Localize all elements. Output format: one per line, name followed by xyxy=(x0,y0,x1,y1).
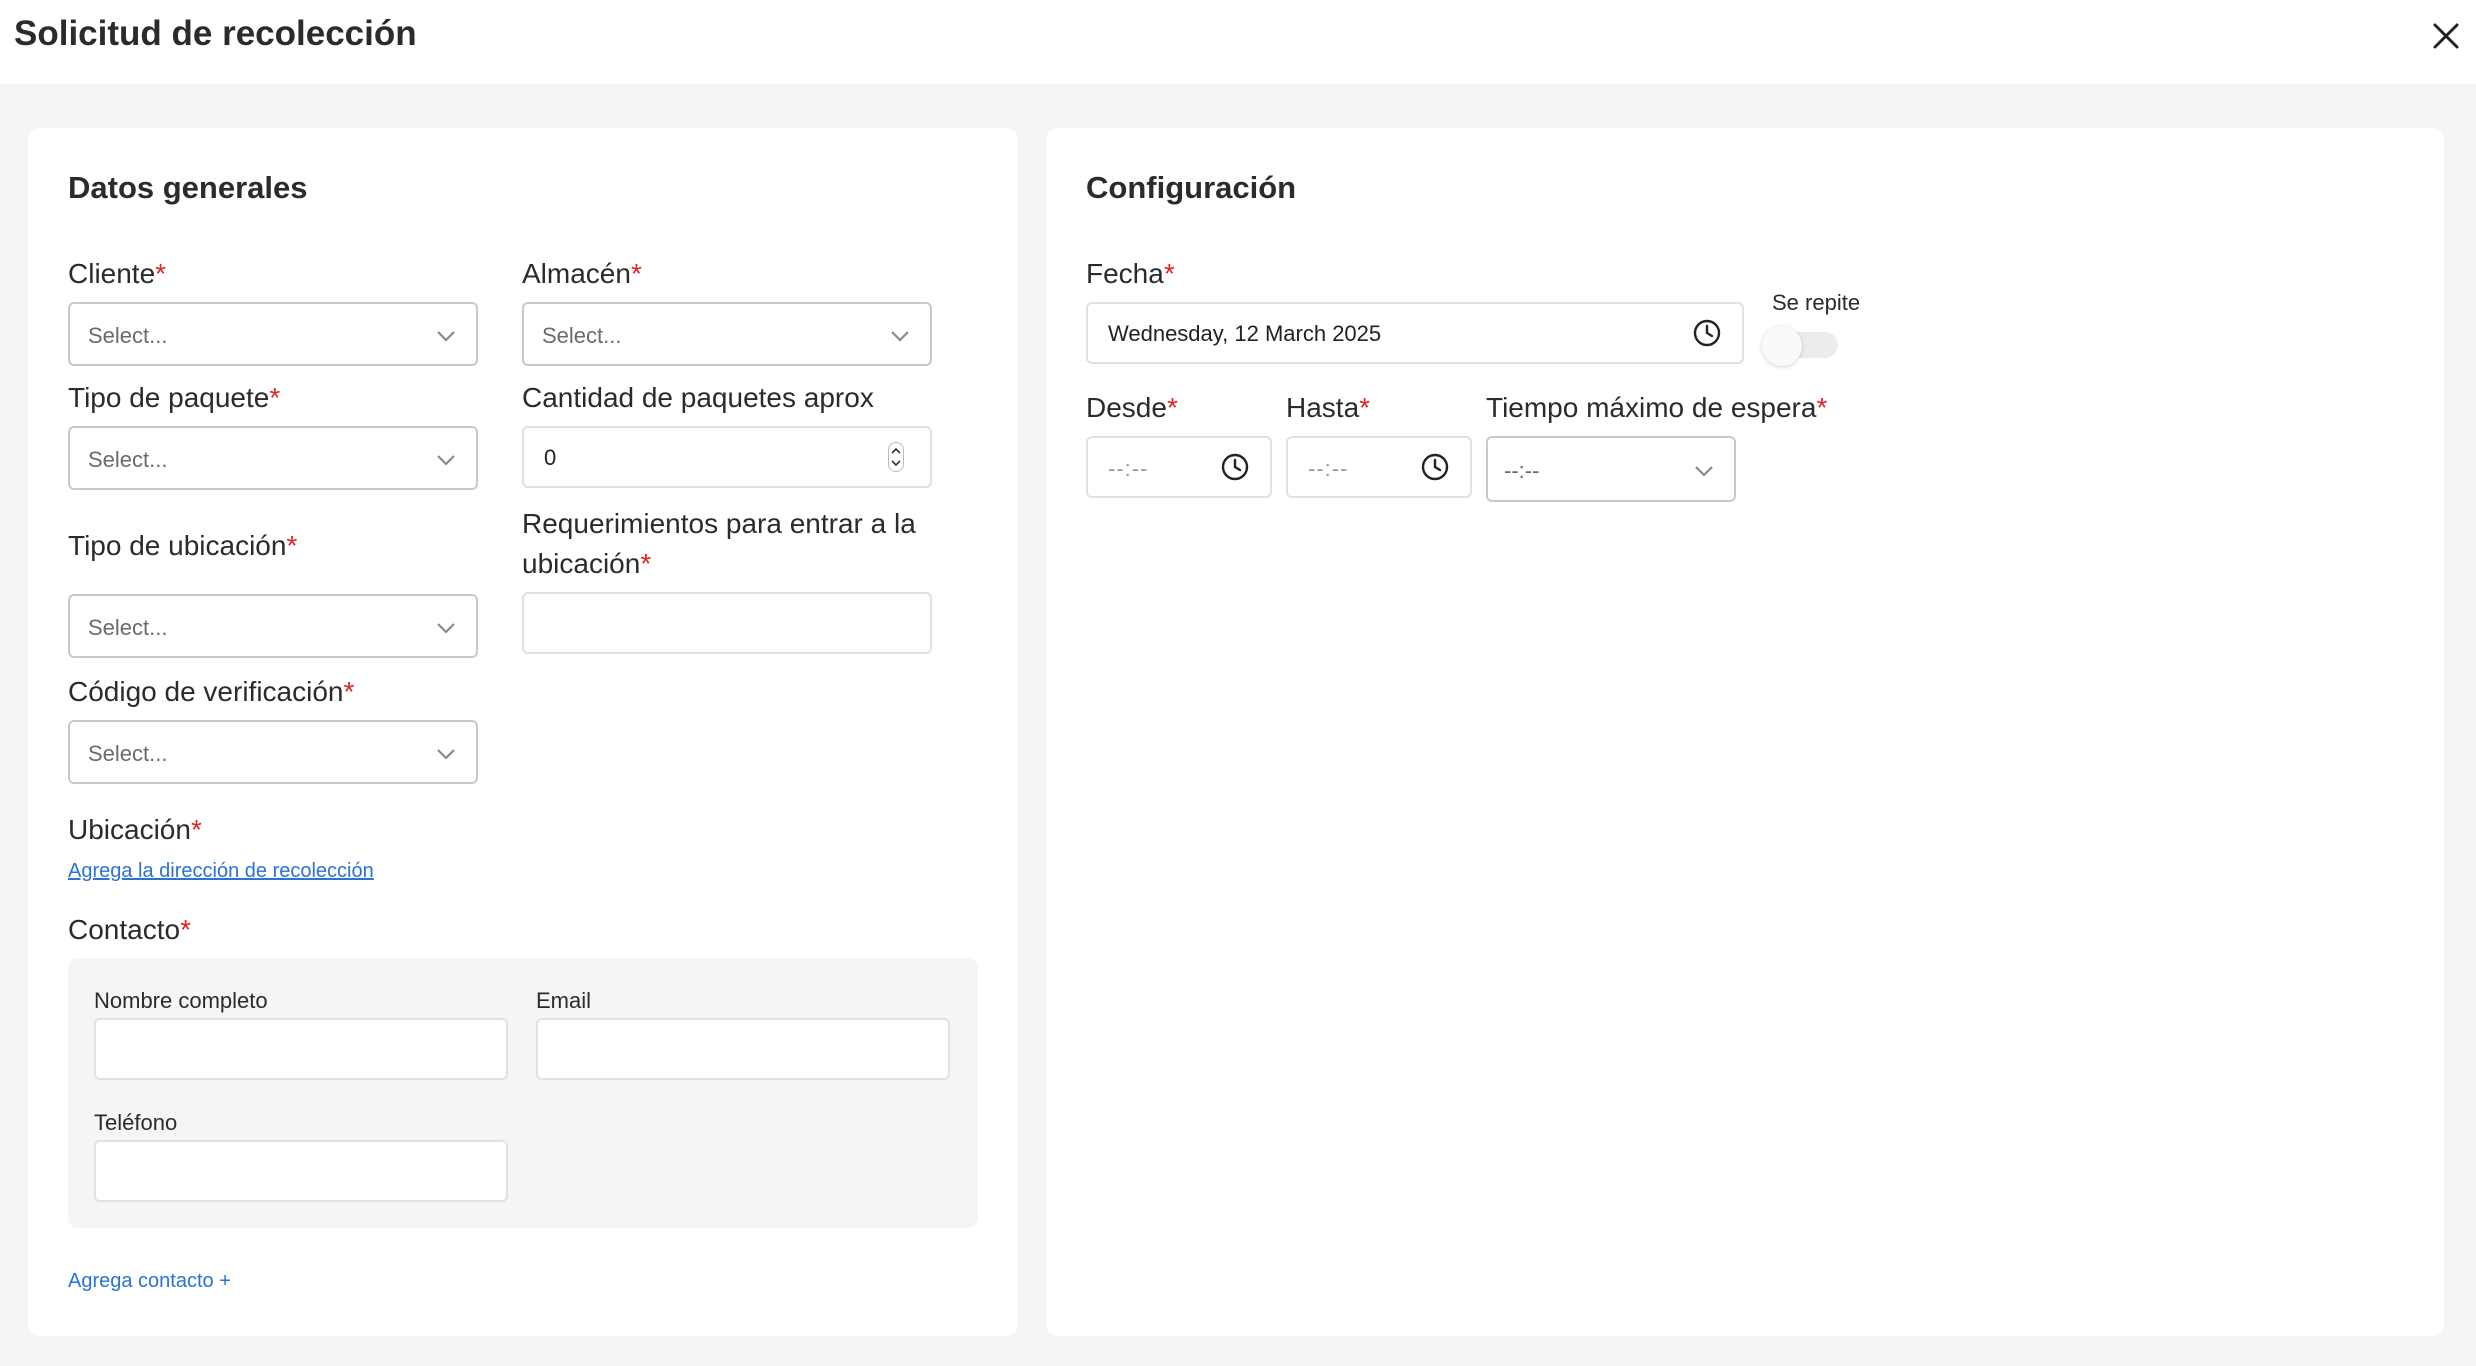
general-data-card: Datos generales Cliente* Select... Almac… xyxy=(28,128,1018,1336)
clock-icon[interactable] xyxy=(1692,318,1722,348)
hasta-placeholder: --:-- xyxy=(1308,456,1349,481)
cantidad-value: 0 xyxy=(544,445,557,470)
requerimientos-input[interactable] xyxy=(522,592,932,654)
email-input[interactable] xyxy=(536,1018,950,1080)
chevron-down-icon xyxy=(437,749,455,760)
requerimientos-label-line2: ubicación* xyxy=(522,548,652,579)
nombre-input[interactable] xyxy=(94,1018,508,1080)
cliente-select[interactable]: Select... xyxy=(68,302,478,366)
desde-label: Desde* xyxy=(1086,392,1178,423)
chevron-down-icon xyxy=(437,623,455,634)
cliente-label: Cliente* xyxy=(68,258,167,289)
add-contact-link[interactable]: Agrega contacto + xyxy=(68,1270,231,1293)
chevron-down-icon xyxy=(1695,466,1713,477)
cantidad-label: Cantidad de paquetes aprox xyxy=(522,382,874,413)
toggle-knob xyxy=(1762,326,1802,366)
tipo-paquete-select[interactable]: Select... xyxy=(68,426,478,490)
telefono-label: Teléfono xyxy=(94,1110,178,1135)
modal-header: Solicitud de recolección xyxy=(0,0,2476,84)
close-icon[interactable] xyxy=(2428,18,2464,54)
nombre-label: Nombre completo xyxy=(94,988,268,1013)
number-stepper-icon[interactable] xyxy=(888,442,904,472)
configuration-card: Configuración Fecha* Wednesday, 12 March… xyxy=(1046,128,2444,1336)
contact-box: Nombre completo Email Teléfono xyxy=(68,958,978,1228)
codigo-select-value: Select... xyxy=(88,741,168,766)
tiempo-select-value: --:-- xyxy=(1504,458,1540,483)
cliente-select-value: Select... xyxy=(88,323,168,348)
desde-input[interactable]: --:-- xyxy=(1086,436,1272,498)
telefono-input[interactable] xyxy=(94,1140,508,1202)
fecha-value: Wednesday, 12 March 2025 xyxy=(1108,321,1382,346)
tipo-ubicacion-select[interactable]: Select... xyxy=(68,594,478,658)
hasta-input[interactable]: --:-- xyxy=(1286,436,1472,498)
ubicacion-label: Ubicación* xyxy=(68,814,202,845)
repeat-toggle[interactable] xyxy=(1762,326,1842,366)
codigo-label: Código de verificación* xyxy=(68,676,355,707)
chevron-down-icon xyxy=(437,331,455,342)
almacen-select-value: Select... xyxy=(542,323,622,348)
almacen-label: Almacén* xyxy=(522,258,642,289)
clock-icon[interactable] xyxy=(1420,452,1450,482)
page-title: Solicitud de recolección xyxy=(14,14,417,53)
cantidad-input[interactable]: 0 xyxy=(522,426,932,488)
tipo-ubicacion-label: Tipo de ubicación* xyxy=(68,530,298,561)
desde-placeholder: --:-- xyxy=(1108,456,1149,481)
tiempo-select[interactable]: --:-- xyxy=(1486,436,1736,502)
tipo-paquete-select-value: Select... xyxy=(88,447,168,472)
tipo-ubicacion-select-value: Select... xyxy=(88,615,168,640)
tipo-paquete-label: Tipo de paquete* xyxy=(68,382,281,413)
requerimientos-label-line1: Requerimientos para entrar a la xyxy=(522,508,916,539)
tiempo-label: Tiempo máximo de espera* xyxy=(1486,392,1828,423)
close-button[interactable] xyxy=(2428,18,2464,54)
se-repite-label: Se repite xyxy=(1772,290,1861,315)
codigo-select[interactable]: Select... xyxy=(68,720,478,784)
config-section-title: Configuración xyxy=(1086,170,1297,205)
contacto-label: Contacto* xyxy=(68,914,191,945)
email-label: Email xyxy=(536,988,592,1013)
general-section-title: Datos generales xyxy=(68,170,308,205)
chevron-down-icon xyxy=(891,331,909,342)
fecha-input[interactable]: Wednesday, 12 March 2025 xyxy=(1086,302,1744,364)
almacen-select[interactable]: Select... xyxy=(522,302,932,366)
chevron-down-icon xyxy=(437,455,455,466)
hasta-label: Hasta* xyxy=(1286,392,1371,423)
add-address-link[interactable]: Agrega la dirección de recolección xyxy=(68,860,374,883)
clock-icon[interactable] xyxy=(1220,452,1250,482)
fecha-label: Fecha* xyxy=(1086,258,1175,289)
